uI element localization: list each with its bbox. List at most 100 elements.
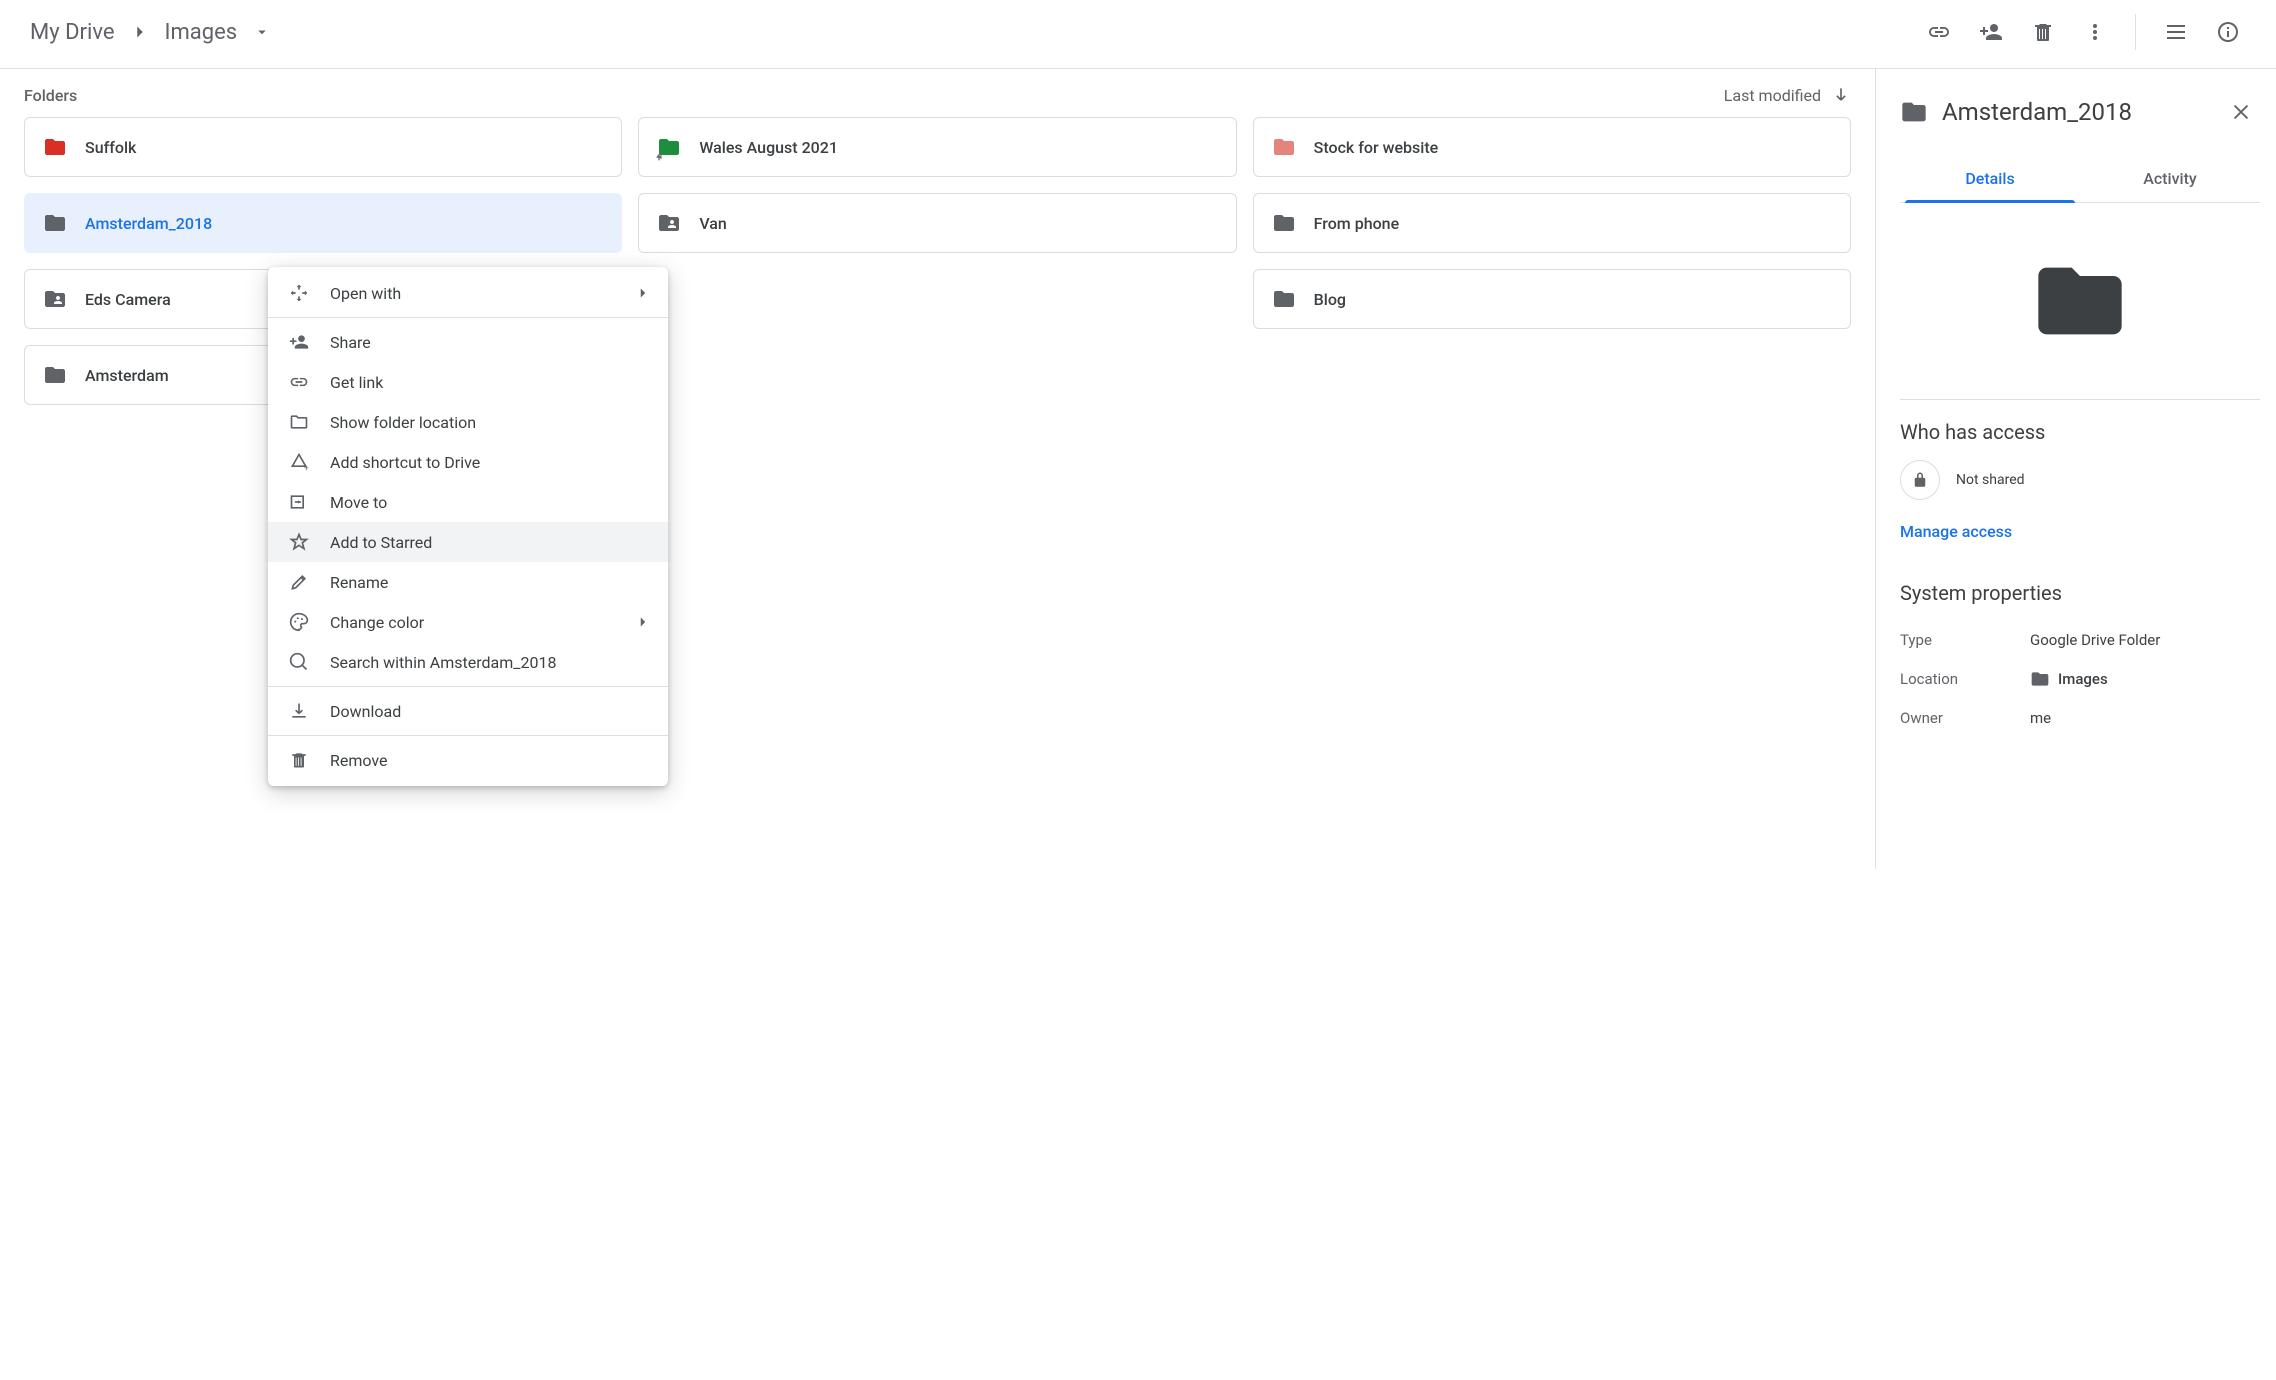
details-title: Amsterdam_2018 — [1942, 98, 2208, 126]
more-button[interactable] — [2071, 8, 2119, 56]
folder-name: Amsterdam_2018 — [85, 214, 212, 233]
info-button[interactable] — [2204, 8, 2252, 56]
folder-icon — [1272, 211, 1296, 235]
folder-icon — [43, 211, 67, 235]
prop-key: Location — [1900, 670, 2030, 688]
chevron-right-icon — [634, 284, 652, 302]
folder-icon — [657, 135, 681, 159]
menu-share[interactable]: Share — [268, 322, 668, 362]
header-actions — [1915, 8, 2252, 56]
tab-activity[interactable]: Activity — [2080, 155, 2260, 202]
folder-icon — [657, 211, 681, 235]
menu-get-link[interactable]: Get link — [268, 362, 668, 402]
drive-shortcut-icon — [288, 451, 310, 473]
move-icon — [288, 491, 310, 513]
sort-direction-icon — [1831, 85, 1851, 105]
chevron-right-icon — [129, 21, 151, 43]
folders-heading: Folders — [24, 86, 77, 105]
menu-remove[interactable]: Remove — [268, 740, 668, 780]
menu-divider — [268, 735, 668, 736]
share-button[interactable] — [1967, 8, 2015, 56]
folder-item[interactable]: Blog — [1253, 269, 1851, 329]
menu-label: Rename — [330, 573, 388, 592]
menu-change-color[interactable]: Change color — [268, 602, 668, 642]
tab-details[interactable]: Details — [1900, 155, 2080, 202]
folder-name: From phone — [1314, 214, 1400, 233]
menu-add-shortcut[interactable]: Add shortcut to Drive — [268, 442, 668, 482]
menu-divider — [268, 686, 668, 687]
prop-location: Location Images — [1900, 659, 2260, 699]
menu-label: Move to — [330, 493, 387, 512]
folder-item[interactable]: From phone — [1253, 193, 1851, 253]
prop-val[interactable]: Images — [2030, 669, 2108, 689]
menu-label: Remove — [330, 751, 388, 770]
context-menu: Open with Share Get link Show folder loc… — [268, 267, 668, 786]
menu-label: Change color — [330, 613, 424, 632]
folder-icon — [1272, 135, 1296, 159]
details-tabs: Details Activity — [1900, 155, 2260, 203]
menu-label: Open with — [330, 284, 401, 303]
menu-move-to[interactable]: Move to — [268, 482, 668, 522]
menu-label: Add to Starred — [330, 533, 432, 552]
menu-label: Add shortcut to Drive — [330, 453, 480, 472]
get-link-button[interactable] — [1915, 8, 1963, 56]
breadcrumb-dropdown-icon[interactable] — [253, 23, 271, 41]
access-status: Not shared — [1900, 460, 2260, 500]
breadcrumb: My Drive Images — [24, 16, 271, 49]
menu-show-location[interactable]: Show folder location — [268, 402, 668, 442]
menu-add-starred[interactable]: Add to Starred — [268, 522, 668, 562]
menu-download[interactable]: Download — [268, 691, 668, 731]
not-shared-label: Not shared — [1956, 472, 2025, 488]
manage-access-link[interactable]: Manage access — [1900, 522, 2012, 541]
delete-button[interactable] — [2019, 8, 2067, 56]
who-has-access-heading: Who has access — [1900, 420, 2260, 444]
delete-icon — [288, 749, 310, 771]
folder-outline-icon — [288, 411, 310, 433]
folder-item[interactable]: Van — [638, 193, 1236, 253]
main-pane: Folders Last modified Suffolk Wales Augus… — [0, 69, 1876, 869]
folder-icon — [43, 363, 67, 387]
star-icon — [288, 531, 310, 553]
menu-divider — [268, 317, 668, 318]
folder-icon — [43, 135, 67, 159]
chevron-right-icon — [634, 613, 652, 631]
menu-label: Download — [330, 702, 401, 721]
breadcrumb-current[interactable]: Images — [159, 16, 244, 49]
folder-name: Blog — [1314, 290, 1346, 309]
palette-icon — [288, 611, 310, 633]
person-add-icon — [288, 331, 310, 353]
folder-item[interactable]: Amsterdam_2018 — [24, 193, 622, 253]
search-icon — [288, 651, 310, 673]
folder-icon — [2030, 669, 2050, 689]
separator — [2135, 14, 2136, 50]
download-icon — [288, 700, 310, 722]
menu-label: Show folder location — [330, 413, 476, 432]
folder-icon — [1900, 98, 1928, 126]
preview-thumbnail — [1900, 203, 2260, 400]
prop-val: me — [2030, 709, 2051, 727]
menu-label: Search within Amsterdam_2018 — [330, 653, 556, 672]
folder-name: Eds Camera — [85, 290, 171, 309]
rename-icon — [288, 571, 310, 593]
folder-item[interactable]: Wales August 2021 — [638, 117, 1236, 177]
menu-label: Get link — [330, 373, 383, 392]
lock-icon — [1900, 460, 1940, 500]
menu-rename[interactable]: Rename — [268, 562, 668, 602]
folder-icon — [43, 287, 67, 311]
breadcrumb-root[interactable]: My Drive — [24, 16, 121, 49]
folder-icon — [1272, 287, 1296, 311]
folder-name: Wales August 2021 — [699, 138, 838, 157]
menu-label: Share — [330, 333, 371, 352]
folder-item[interactable]: Stock for website — [1253, 117, 1851, 177]
link-icon — [288, 371, 310, 393]
menu-search-within[interactable]: Search within Amsterdam_2018 — [268, 642, 668, 682]
prop-val: Google Drive Folder — [2030, 631, 2160, 649]
view-list-button[interactable] — [2152, 8, 2200, 56]
folder-item[interactable]: Suffolk — [24, 117, 622, 177]
sort-control[interactable]: Last modified — [1724, 85, 1851, 105]
folder-name: Van — [699, 214, 727, 233]
prop-key: Owner — [1900, 709, 2030, 727]
close-button[interactable] — [2222, 93, 2260, 131]
menu-open-with[interactable]: Open with — [268, 273, 668, 313]
folder-name: Suffolk — [85, 138, 136, 157]
